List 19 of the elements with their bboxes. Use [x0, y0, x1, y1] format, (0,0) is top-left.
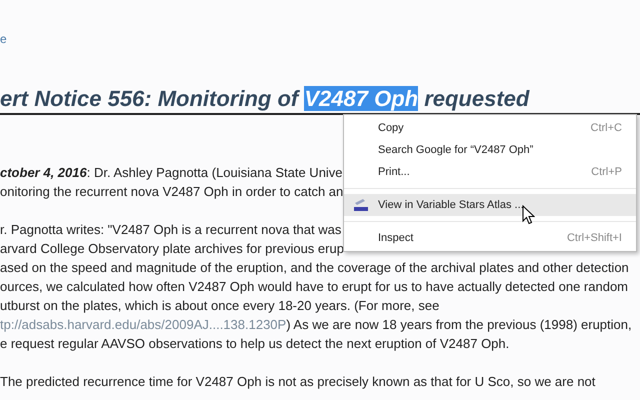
page-title: ert Notice 556: Monitoring of V2487 Oph requested — [0, 86, 531, 112]
body-text: : Dr. Ashley Pagnotta (Louisiana State Unive — [86, 165, 343, 180]
body-text: The predicted recurrence time for V2487 Oph is not as precisely known as that for U Sco, so we are not — [0, 374, 596, 389]
menu-item[interactable]: Print... Ctrl+P — [344, 161, 636, 183]
body-text: onitoring the recurrent nova V2487 Oph in order to catch an — [0, 184, 344, 199]
nav-link[interactable]: e — [0, 32, 7, 46]
body-text: ources, we calculated how often V2487 Oph would have to erupt for us to have actually detected one random — [0, 279, 628, 294]
body-text: utburst on the plates, which is about once every 18-20 years. (For more, see — [0, 298, 440, 313]
body-text: e request regular AAVSO observations to help us detect the next eruption of V2487 Oph. — [0, 336, 510, 351]
menu-item[interactable]: View in Variable Stars Atlas ... — [344, 194, 636, 216]
body-text: r. Pagnotta writes: "V2487 Oph is a recurrent nova that was — [0, 222, 342, 237]
mouse-cursor-icon — [522, 205, 535, 225]
body-text: ) As we are now 18 years from the previous (1998) eruption, — [286, 317, 632, 332]
menu-item[interactable]: Copy Ctrl+C — [344, 117, 636, 139]
body-text: arvard College Observatory plate archives for previous erup — [0, 241, 344, 256]
menu-item[interactable]: Search Google for “V2487 Oph” — [344, 139, 636, 161]
date-text: ctober 4, 2016 — [0, 165, 87, 180]
body-text: ased on the speed and magnitude of the eruption, and the coverage of the archival plates and other detection — [0, 260, 629, 275]
menu-item[interactable]: Inspect Ctrl+Shift+I — [344, 227, 636, 249]
